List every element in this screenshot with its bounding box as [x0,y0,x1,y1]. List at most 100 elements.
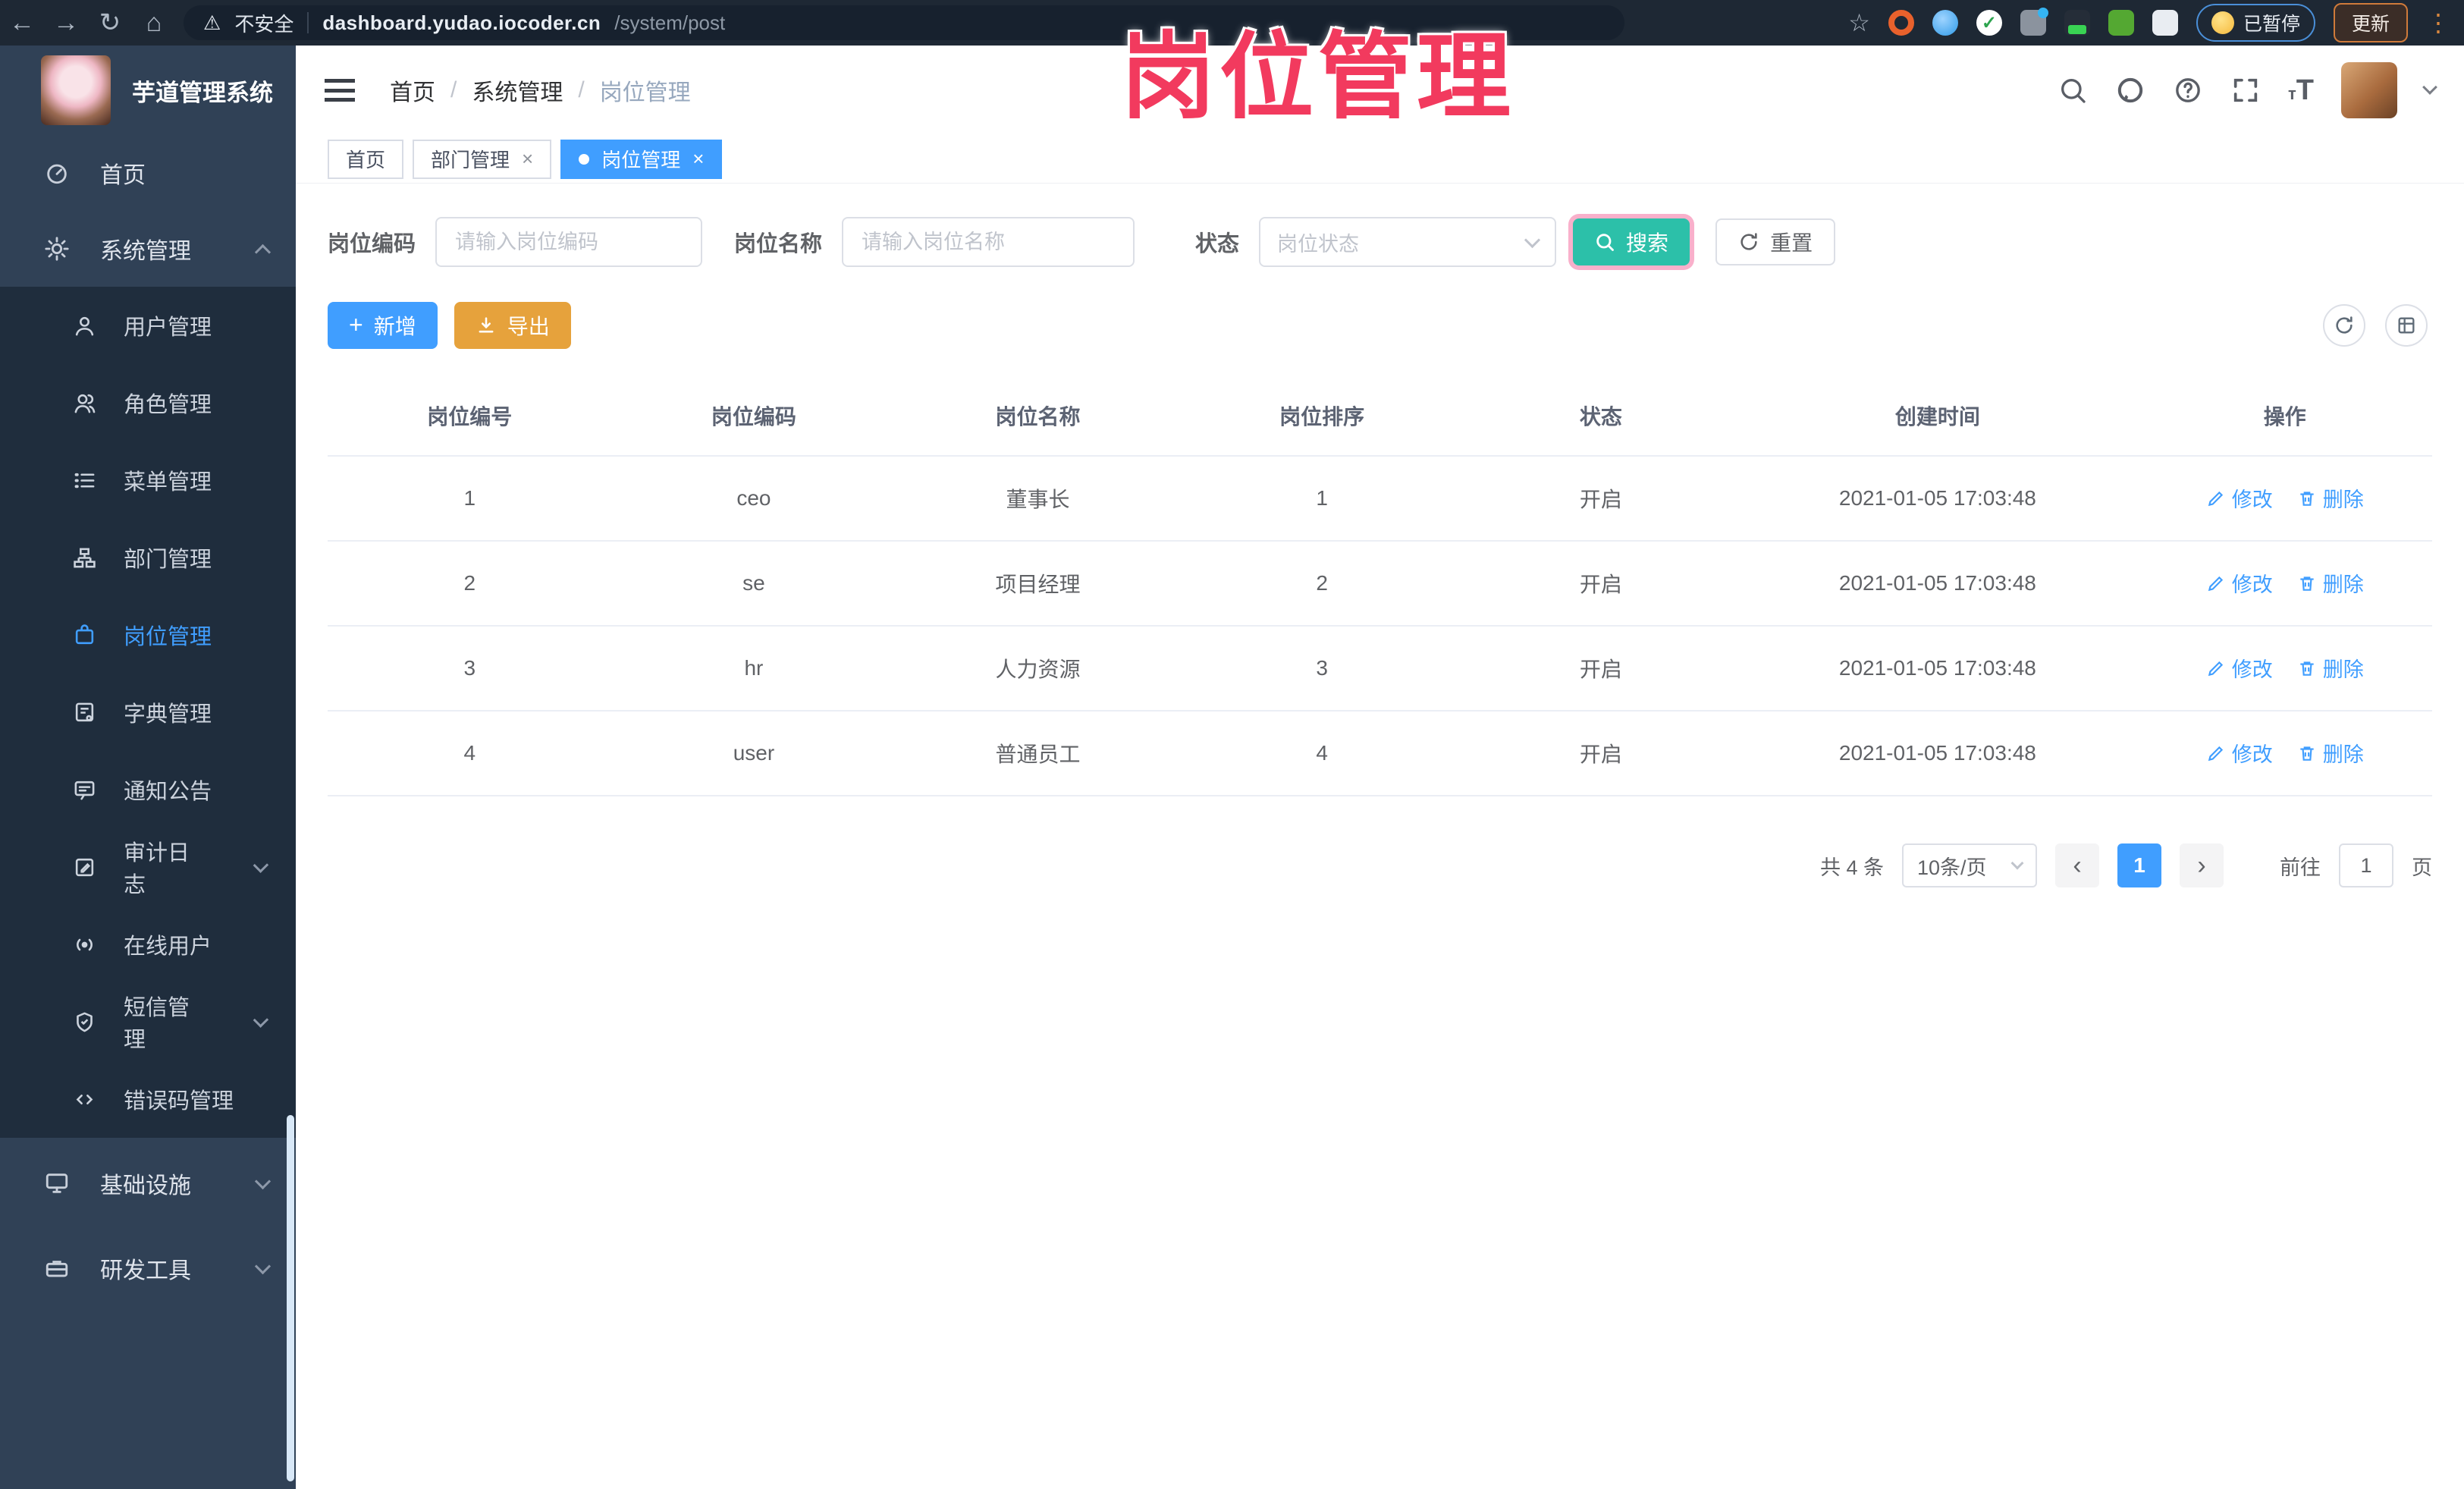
sidebar-item-sms[interactable]: 短信管理 [0,983,296,1060]
table-row: 3 hr 人力资源 3 开启 2021-01-05 17:03:48 修改 删除 [328,626,2432,712]
sidebar-item-departments[interactable]: 部门管理 [0,519,296,596]
tag-label: 岗位管理 [601,149,681,171]
delete-link[interactable]: 删除 [2297,568,2364,598]
font-size-icon[interactable]: тT [2288,76,2314,105]
sidebar-item-posts[interactable]: 岗位管理 [0,596,296,674]
delete-link[interactable]: 删除 [2297,738,2364,768]
cell-post-sort: 2 [1179,541,1464,627]
sidebar-item-menus[interactable]: 菜单管理 [0,441,296,519]
search-icon[interactable] [2058,75,2088,105]
avatar[interactable] [2341,62,2397,118]
cell-create-time: 2021-01-05 17:03:48 [1737,626,2138,712]
close-icon[interactable] [692,147,704,171]
browser-forward-icon[interactable]: → [44,8,88,38]
breadcrumb-separator: / [450,77,457,102]
column-settings-button[interactable] [2385,304,2428,347]
add-button-label: 新增 [373,315,416,338]
prev-page-button[interactable] [2055,843,2099,887]
browser-menu-icon[interactable] [2426,8,2450,37]
export-button[interactable]: 导出 [454,302,571,349]
paused-label: 已暂停 [2243,14,2300,35]
refresh-button[interactable] [2323,304,2365,347]
status-select[interactable]: 岗位状态 [1259,217,1557,267]
extension-orange-icon[interactable] [1888,10,1914,36]
sidebar-item-notices[interactable]: 通知公告 [0,751,296,828]
extension-check-icon[interactable] [1976,10,2002,36]
extensions-puzzle-icon[interactable] [2152,10,2178,36]
edit-link[interactable]: 修改 [2206,738,2273,768]
cell-post-code: user [611,711,896,796]
sidebar-item-system[interactable]: 系统管理 [0,211,296,287]
delete-label: 删除 [2322,573,2364,597]
add-button[interactable]: 新增 [328,302,438,349]
bookmark-star-icon[interactable] [1848,8,1870,37]
cell-post-id: 1 [328,456,612,542]
sidebar-item-dict[interactable]: 字典管理 [0,674,296,751]
hamburger-icon[interactable] [325,79,355,102]
tag-home[interactable]: 首页 [328,139,404,179]
post-code-input[interactable] [435,217,703,267]
cell-post-code: se [611,541,896,627]
cell-post-sort: 3 [1179,626,1464,712]
sidebar-item-users[interactable]: 用户管理 [0,287,296,364]
close-icon[interactable] [522,147,533,171]
cell-status: 开启 [1464,626,1738,712]
not-secure-icon [203,11,221,35]
tag-departments[interactable]: 部门管理 [413,139,552,179]
page-unit-label: 页 [2412,856,2432,879]
post-name-input[interactable] [842,217,1135,267]
sidebar-item-roles[interactable]: 角色管理 [0,364,296,441]
sidebar-item-infrastructure[interactable]: 基础设施 [0,1145,296,1221]
breadcrumb-section[interactable]: 系统管理 [472,74,563,107]
sidebar-submenu: 用户管理 角色管理 菜单管理 部门管理 岗位管理 字典管理 通知公告 审计日志 … [0,287,296,1138]
delete-label: 删除 [2322,743,2364,767]
url-host[interactable]: dashboard.yudao.iocoder.cn [322,11,601,35]
paused-pill[interactable]: 已暂停 [2196,4,2315,42]
col-create-time: 创建时间 [1737,376,2138,457]
not-secure-label[interactable]: 不安全 [234,9,293,37]
page-size-select[interactable]: 10条/页 [1902,843,2037,887]
delete-link[interactable]: 删除 [2297,653,2364,683]
page-1-button[interactable]: 1 [2117,843,2161,887]
edit-link[interactable]: 修改 [2206,483,2273,513]
fullscreen-icon[interactable] [2230,75,2261,105]
browser-home-icon[interactable]: ⌂ [132,8,176,38]
extension-gm-icon[interactable] [2064,10,2090,36]
logo-image [41,55,111,125]
sidebar-logo[interactable]: 芋道管理系统 [0,46,296,135]
extension-blue-icon[interactable] [1932,10,1958,36]
goto-page-input[interactable] [2339,843,2393,887]
avatar-caret-icon[interactable] [2422,80,2437,95]
extension-settings-icon[interactable] [2020,8,2048,36]
sidebar-item-home[interactable]: 首页 [0,135,296,211]
audit-log-icon [73,856,96,879]
search-button-label: 搜索 [1626,231,1669,255]
sidebar-item-audit-log[interactable]: 审计日志 [0,828,296,906]
post-code-label: 岗位编码 [328,232,416,256]
notice-bubble-icon [73,778,96,802]
delete-link[interactable]: 删除 [2297,483,2364,513]
browser-reload-icon[interactable]: ↻ [88,8,132,38]
sidebar-item-devtools[interactable]: 研发工具 [0,1230,296,1306]
search-button[interactable]: 搜索 [1573,218,1690,265]
online-signal-icon [73,933,96,957]
browser-actions: 已暂停 更新 [1848,3,2464,42]
sidebar-scrollbar[interactable] [287,1115,294,1481]
browser-update-button[interactable]: 更新 [2333,3,2408,42]
edit-link[interactable]: 修改 [2206,653,2273,683]
chevron-down-icon [253,1011,268,1028]
sidebar-item-online-users[interactable]: 在线用户 [0,906,296,983]
edit-link[interactable]: 修改 [2206,568,2273,598]
extension-green-icon[interactable] [2108,10,2134,36]
help-icon[interactable] [2173,75,2203,105]
next-page-button[interactable] [2180,843,2224,887]
cell-create-time: 2021-01-05 17:03:48 [1737,711,2138,796]
github-icon[interactable] [2115,75,2145,105]
sidebar-item-error-codes[interactable]: 错误码管理 [0,1060,296,1138]
gear-icon [44,236,70,262]
browser-back-icon[interactable]: ← [0,8,44,38]
reset-button[interactable]: 重置 [1715,218,1836,265]
tag-posts-active[interactable]: 岗位管理 [560,139,723,179]
breadcrumb-home[interactable]: 首页 [390,74,435,107]
table-row: 4 user 普通员工 4 开启 2021-01-05 17:03:48 修改 删… [328,711,2432,796]
